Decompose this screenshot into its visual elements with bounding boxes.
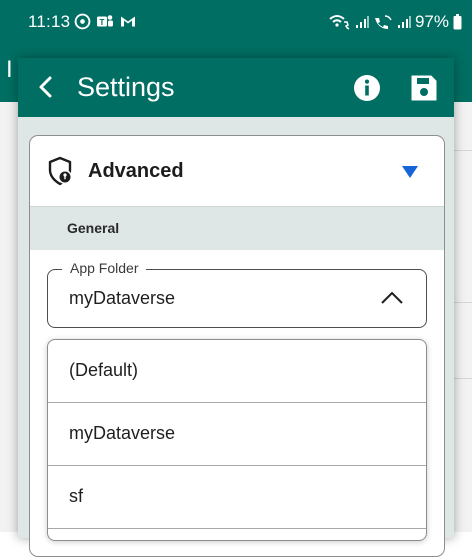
notification-icons: T	[74, 13, 137, 30]
option-label: sf	[69, 486, 84, 506]
app-folder-dropdown: (Default) myDataverse sf	[47, 339, 427, 541]
option-label: myDataverse	[69, 423, 176, 443]
option-label: (Default)	[69, 360, 139, 380]
battery-icon	[453, 14, 462, 30]
advanced-header[interactable]: Advanced	[30, 136, 444, 206]
chevron-up-icon	[380, 289, 404, 310]
wifi-calling-2-icon	[373, 14, 393, 30]
section-header-general: General	[30, 206, 444, 250]
status-bar: 11:13 T 97%	[0, 0, 472, 44]
status-time: 11:13	[28, 12, 71, 31]
signal-2-icon	[397, 15, 411, 29]
back-arrow-icon	[39, 76, 52, 98]
background-app-title: I	[6, 56, 13, 83]
status-right: 97%	[329, 12, 462, 32]
save-icon	[411, 75, 437, 101]
info-icon	[354, 75, 380, 101]
info-button[interactable]	[352, 73, 382, 103]
dropdown-option[interactable]: sf	[48, 466, 426, 529]
app-folder-value: myDataverse	[69, 288, 176, 308]
teams-icon: T	[96, 13, 114, 30]
section-label: General	[67, 220, 120, 236]
svg-text:T: T	[100, 18, 105, 27]
shield-icon	[48, 156, 74, 191]
dropdown-option[interactable]: (Default)	[48, 340, 426, 403]
sync-icon	[74, 13, 91, 30]
card-title: Advanced	[88, 160, 184, 182]
wifi-calling-icon	[329, 14, 351, 30]
back-button[interactable]	[32, 72, 62, 102]
save-button[interactable]	[409, 73, 439, 103]
battery-percent: 97%	[414, 12, 449, 31]
app-folder-select[interactable]: App Folder myDataverse	[47, 260, 427, 328]
gmail-icon	[119, 13, 137, 30]
signal-icon	[355, 15, 369, 29]
dialog-app-bar: Settings	[18, 58, 454, 117]
dialog-title: Settings	[77, 72, 175, 102]
triangle-down-icon[interactable]	[401, 165, 419, 184]
dropdown-option[interactable]: myDataverse	[48, 403, 426, 466]
app-folder-label: App Folder	[62, 260, 147, 276]
